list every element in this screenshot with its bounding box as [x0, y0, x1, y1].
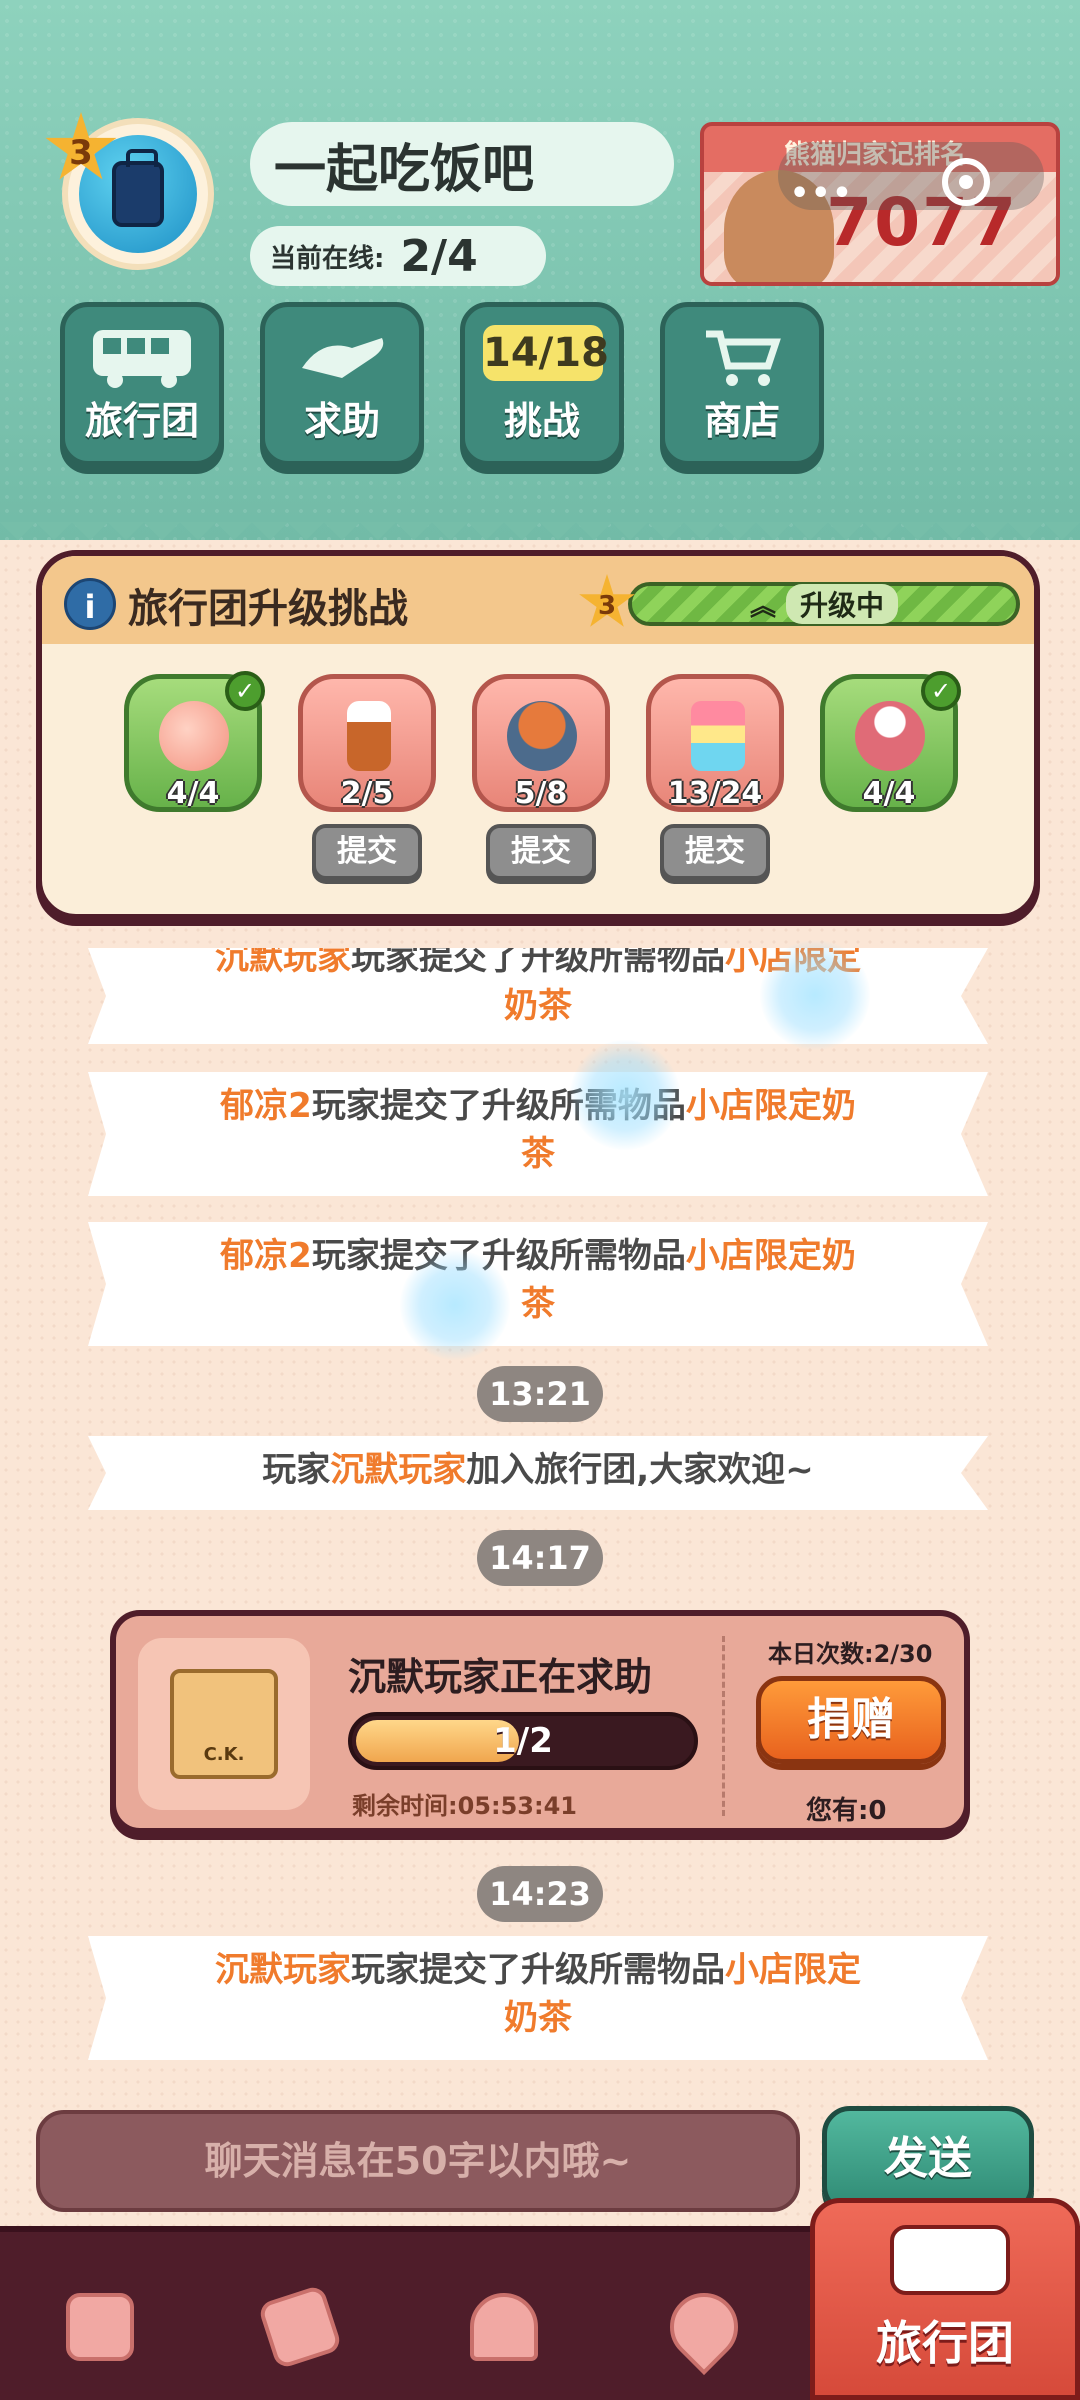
map-pin-icon: [655, 2278, 753, 2376]
tickets-icon: [257, 2284, 343, 2370]
timestamp: 14:17: [477, 1530, 603, 1586]
chevron-up-icon: ︽: [749, 591, 776, 622]
chat-input[interactable]: 聊天消息在50字以内哦~: [36, 2110, 800, 2212]
tab-tickets[interactable]: [240, 2272, 360, 2382]
online-label: 当前在线:: [270, 243, 385, 274]
item-quantity: 13/24: [667, 776, 763, 811]
item-quantity: 4/4: [166, 776, 220, 811]
tab-bag[interactable]: [40, 2272, 160, 2382]
nav-challenge-button[interactable]: 14/18 挑战: [460, 302, 624, 466]
timestamp: 13:21: [477, 1366, 603, 1422]
nav-tour-group-button[interactable]: 旅行团: [60, 302, 224, 466]
help-requester: 沉默玩家正在求助: [348, 1655, 653, 1699]
upgrade-progress-bar: ︽ 升级中: [628, 582, 1020, 626]
challenge-item-bottle[interactable]: 2/5: [298, 674, 436, 812]
paw-icon: [760, 940, 870, 1050]
owned-count: 您有:0: [806, 1796, 887, 1826]
message-text: 玩家提交了升级所需物品: [351, 1950, 725, 1990]
challenge-header: i 旅行团升级挑战 ︽ 升级中 3: [42, 556, 1034, 644]
item-name: 小店限定奶: [685, 1086, 856, 1126]
group-name: 一起吃饭吧: [250, 122, 674, 206]
item-name-cont: 茶: [521, 1284, 555, 1324]
bottle-icon: [347, 701, 391, 771]
nav-label: 求助: [303, 399, 380, 443]
chat-message: 沉默玩家玩家提交了升级所需物品小店限定 奶茶: [88, 1936, 988, 2060]
nav-help-button[interactable]: 求助: [260, 302, 424, 466]
player-name: 沉默玩家: [215, 938, 351, 978]
bus-icon: [890, 2225, 1010, 2295]
suitcase-icon: [112, 149, 164, 227]
service-bell-icon: [470, 2293, 538, 2361]
upgrade-status: 升级中: [786, 584, 899, 624]
item-name-cont: 奶茶: [504, 986, 572, 1026]
more-menu-button[interactable]: •••: [790, 176, 854, 211]
timestamp: 14:23: [477, 1866, 603, 1922]
tab-service[interactable]: [444, 2272, 564, 2382]
paw-icon: [400, 1250, 510, 1360]
bus-icon: [77, 321, 207, 395]
item-name-cont: 奶茶: [504, 1998, 572, 2038]
item-name: 小店限定奶: [685, 1236, 856, 1276]
submit-cake-button[interactable]: 提交: [486, 824, 596, 880]
item-name: 小店限定: [725, 1950, 861, 1990]
donate-button[interactable]: 捐赠: [756, 1676, 946, 1764]
ranking-card[interactable]: 熊猫归家记排名 7077: [700, 122, 1060, 286]
challenge-item-peach[interactable]: 4/4 ✓: [124, 671, 265, 812]
nav-shop-button[interactable]: 商店: [660, 302, 824, 466]
paw-icon: [570, 1040, 680, 1150]
figurine-icon: [855, 701, 925, 771]
check-icon: ✓: [225, 671, 265, 711]
nav-label: 挑战: [503, 399, 580, 443]
remaining-time: 剩余时间:05:53:41: [352, 1792, 577, 1820]
item-quantity: 5/8: [514, 776, 568, 811]
challenge-item-milk-tea[interactable]: 13/24: [646, 674, 784, 812]
close-target-icon[interactable]: [942, 158, 990, 206]
chat-message: 郁凉2玩家提交了升级所需物品小店限定奶 茶: [88, 1072, 988, 1196]
help-progress-text: 1/2: [493, 1721, 553, 1761]
player-name: 沉默玩家: [215, 1950, 351, 1990]
paper-bag-icon: C.K.: [170, 1669, 278, 1779]
check-icon: ✓: [921, 671, 961, 711]
tab-map[interactable]: [644, 2272, 764, 2382]
item-name-cont: 茶: [521, 1134, 555, 1174]
upgrade-challenge-panel: i 旅行团升级挑战 ︽ 升级中 3 4/4 ✓ 2/5 5/8 13/24 4/…: [36, 550, 1040, 920]
nav-label: 旅行团: [84, 399, 199, 443]
tab-tour-group-active[interactable]: 旅行团: [810, 2198, 1080, 2400]
online-value: 2/4: [400, 230, 478, 282]
help-item-picture: C.K.: [138, 1638, 310, 1810]
peach-icon: [159, 701, 229, 771]
card-divider: [722, 1636, 725, 1816]
player-name: 沉默玩家: [330, 1450, 467, 1490]
chat-message: 玩家沉默玩家加入旅行团,大家欢迎~: [88, 1436, 988, 1510]
info-icon[interactable]: i: [64, 578, 116, 630]
submit-milk-tea-button[interactable]: 提交: [660, 824, 770, 880]
cake-icon: [507, 701, 577, 771]
milk-tea-icon: [691, 701, 745, 771]
bag-icon: [66, 2293, 134, 2361]
challenge-item-cake[interactable]: 5/8: [472, 674, 610, 812]
message-text: 玩家: [262, 1450, 331, 1490]
challenge-count: 14/18: [483, 325, 609, 381]
player-name: 郁凉2: [220, 1086, 312, 1126]
message-text: 加入旅行团,大家欢迎~: [466, 1450, 814, 1490]
challenge-title: 旅行团升级挑战: [128, 586, 408, 632]
player-name: 郁凉2: [220, 1236, 312, 1276]
daily-count: 本日次数:2/30: [768, 1640, 933, 1668]
help-request-card: C.K. 沉默玩家正在求助 1/2 剩余时间:05:53:41 本日次数:2/3…: [110, 1610, 970, 1834]
submit-bottle-button[interactable]: 提交: [312, 824, 422, 880]
item-quantity: 4/4: [862, 776, 916, 811]
tab-label: 旅行团: [876, 2316, 1014, 2370]
cart-icon: [677, 321, 807, 395]
chat-message: 郁凉2玩家提交了升级所需物品小店限定奶 茶: [88, 1222, 988, 1346]
challenge-item-figurine[interactable]: 4/4 ✓: [820, 671, 961, 812]
helping-hand-icon: [277, 321, 407, 395]
avatar-badge: [79, 135, 197, 253]
message-text: 玩家提交了升级所需物品: [351, 938, 725, 978]
help-progress-bar: 1/2: [348, 1712, 698, 1770]
online-status: 当前在线: 2/4: [250, 226, 546, 286]
item-quantity: 2/5: [340, 776, 394, 811]
nav-label: 商店: [703, 399, 780, 443]
message-text: 玩家提交了升级所需物品: [311, 1236, 686, 1276]
